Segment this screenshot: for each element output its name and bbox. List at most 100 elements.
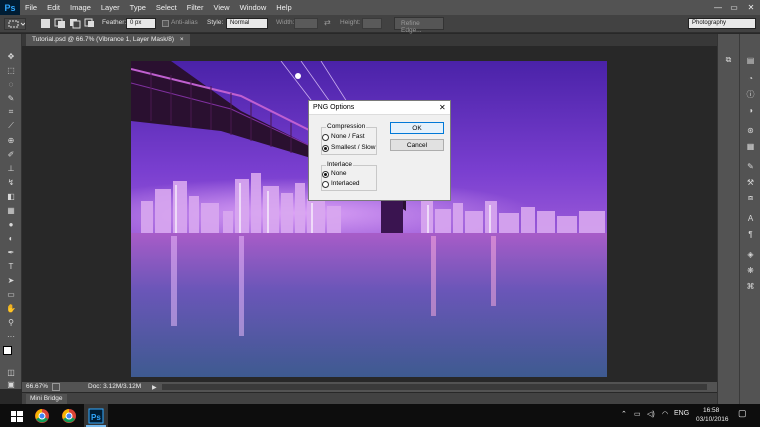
- workspace-select[interactable]: Photography: [688, 18, 756, 29]
- horizontal-scrollbar[interactable]: [162, 384, 707, 390]
- feather-label: Feather:: [102, 19, 127, 26]
- path-selection-icon[interactable]: ➤: [3, 274, 19, 286]
- clock-time[interactable]: 16:58: [703, 407, 719, 414]
- hand-tool-icon[interactable]: ✋: [3, 302, 19, 314]
- options-bar: Feather: 0 px Anti-alias Style: Normal W…: [0, 15, 760, 34]
- selection-mode-icons[interactable]: [40, 18, 96, 30]
- close-window-button[interactable]: ✕: [743, 0, 759, 15]
- status-arrow-icon[interactable]: ▶: [152, 384, 157, 391]
- menu-filter[interactable]: Filter: [182, 3, 209, 12]
- lasso-tool-icon[interactable]: ◌: [3, 78, 19, 90]
- brush-tool-icon[interactable]: ✐: [3, 148, 19, 160]
- menu-image[interactable]: Image: [65, 3, 96, 12]
- document-tab[interactable]: Tutorial.psd @ 66.7% (Vibrance 1, Layer …: [26, 34, 190, 46]
- color-panel-icon[interactable]: ◔: [740, 72, 760, 84]
- layers-panel-icon[interactable]: ◈: [740, 248, 760, 260]
- paths-panel-icon[interactable]: ⌘: [740, 280, 760, 292]
- blur-tool-icon[interactable]: ●: [3, 218, 19, 230]
- minimize-button[interactable]: —: [710, 0, 726, 15]
- tool-preset-picker[interactable]: [4, 18, 26, 30]
- chrome-icon[interactable]: [33, 407, 51, 425]
- healing-brush-icon[interactable]: ⊕: [3, 134, 19, 146]
- compression-smallest-slow-radio[interactable]: [322, 145, 329, 152]
- height-label: Height:: [340, 19, 361, 26]
- quick-selection-icon[interactable]: ✎: [3, 92, 19, 104]
- channels-panel-icon[interactable]: ❋: [740, 264, 760, 276]
- quick-mask-icon[interactable]: ◫: [3, 366, 19, 378]
- screen-mode-icon[interactable]: ▣: [3, 378, 19, 390]
- photoshop-taskbar-icon[interactable]: Ps: [87, 407, 105, 425]
- menu-layer[interactable]: Layer: [96, 3, 125, 12]
- menu-file[interactable]: File: [20, 3, 42, 12]
- type-tool-icon[interactable]: T: [3, 260, 19, 272]
- cancel-button[interactable]: Cancel: [390, 139, 444, 151]
- history-brush-icon[interactable]: ↯: [3, 176, 19, 188]
- status-bar: 66.67% Doc: 3.12M/3.12M ▶: [22, 382, 717, 392]
- tools-panel: ✥ ⬚ ◌ ✎ ⌗ ⟋ ⊕ ✐ ⊥ ↯ ◧ ▦ ● ◐ ✒ T ➤ ▭ ✋ ⚲ …: [0, 34, 22, 389]
- maximize-button[interactable]: ▭: [726, 0, 742, 15]
- tool-presets-icon[interactable]: ⚒: [740, 176, 760, 188]
- interlace-none-label[interactable]: None: [331, 170, 347, 177]
- network-icon[interactable]: ▭: [634, 410, 641, 418]
- compression-none-fast-radio[interactable]: [322, 134, 329, 141]
- dodge-tool-icon[interactable]: ◐: [3, 232, 19, 244]
- menu-select[interactable]: Select: [151, 3, 182, 12]
- paragraph-panel-icon[interactable]: ¶: [740, 228, 760, 240]
- move-tool-icon[interactable]: ✥: [3, 50, 19, 62]
- swap-icon[interactable]: ⇄: [324, 18, 331, 27]
- menu-edit[interactable]: Edit: [42, 3, 65, 12]
- chrome-icon-2[interactable]: [60, 407, 78, 425]
- compression-smallest-slow-label[interactable]: Smallest / Slow: [331, 144, 375, 151]
- refine-edge-button[interactable]: Refine Edge...: [394, 17, 444, 34]
- menu-help[interactable]: Help: [271, 3, 296, 12]
- photoshop-logo: Ps: [0, 0, 20, 15]
- interlace-none-radio[interactable]: [322, 171, 329, 178]
- anti-alias-checkbox[interactable]: [162, 20, 169, 27]
- menu-window[interactable]: Window: [235, 3, 272, 12]
- windows-start-icon[interactable]: [8, 407, 26, 425]
- gradient-icon[interactable]: ▦: [3, 204, 19, 216]
- style-select[interactable]: Normal: [226, 18, 268, 29]
- volume-icon[interactable]: ◁): [647, 410, 655, 418]
- zoom-tool-icon[interactable]: ⚲: [3, 316, 19, 328]
- clock-date[interactable]: 03/10/2016: [696, 416, 729, 423]
- language-indicator[interactable]: ENG: [674, 410, 689, 417]
- character-panel-icon[interactable]: A: [740, 212, 760, 224]
- clone-source-icon[interactable]: ⧈: [740, 192, 760, 204]
- feather-input[interactable]: 0 px: [126, 18, 156, 29]
- action-center-icon[interactable]: ▢: [738, 408, 747, 419]
- shape-tool-icon[interactable]: ▭: [3, 288, 19, 300]
- close-tab-icon[interactable]: ×: [180, 36, 184, 43]
- styles-panel-icon[interactable]: ⊛: [740, 124, 760, 136]
- tray-overflow-icon[interactable]: ⌃: [621, 410, 627, 418]
- wifi-icon[interactable]: ◠: [662, 410, 668, 418]
- interlace-interlaced-label[interactable]: Interlaced: [331, 180, 360, 187]
- info-panel-icon[interactable]: ⓘ: [740, 88, 760, 100]
- ok-button[interactable]: OK: [390, 122, 444, 134]
- menu-type[interactable]: Type: [125, 3, 151, 12]
- clone-stamp-icon[interactable]: ⊥: [3, 162, 19, 174]
- marquee-tool-icon[interactable]: ⬚: [3, 64, 19, 76]
- height-input[interactable]: [362, 18, 382, 29]
- mini-bridge-tab[interactable]: Mini Bridge: [26, 394, 67, 404]
- zoom-level[interactable]: 66.67%: [26, 383, 48, 390]
- foreground-color-swatch[interactable]: [3, 346, 12, 355]
- dialog-title-bar[interactable]: PNG Options ✕: [309, 101, 450, 115]
- eyedropper-icon[interactable]: ⟋: [3, 120, 19, 132]
- dialog-title: PNG Options: [313, 104, 355, 111]
- history-panel-icon[interactable]: ⧉: [718, 54, 739, 66]
- dialog-close-button[interactable]: ✕: [439, 103, 446, 112]
- eraser-icon[interactable]: ◧: [3, 190, 19, 202]
- menu-view[interactable]: View: [208, 3, 234, 12]
- status-info-icon[interactable]: [52, 383, 60, 391]
- crop-tool-icon[interactable]: ⌗: [3, 106, 19, 118]
- pen-tool-icon[interactable]: ✒: [3, 246, 19, 258]
- interlace-interlaced-radio[interactable]: [322, 181, 329, 188]
- compression-none-fast-label[interactable]: None / Fast: [331, 133, 365, 140]
- histogram-panel-icon[interactable]: ▤: [740, 54, 760, 66]
- width-input[interactable]: [294, 18, 318, 29]
- swatches-panel-icon[interactable]: ▦: [740, 140, 760, 152]
- brush-panel-icon[interactable]: ✎: [740, 160, 760, 172]
- adjustments-panel-icon[interactable]: ◑: [740, 104, 760, 116]
- more-tools-icon[interactable]: ···: [3, 330, 19, 342]
